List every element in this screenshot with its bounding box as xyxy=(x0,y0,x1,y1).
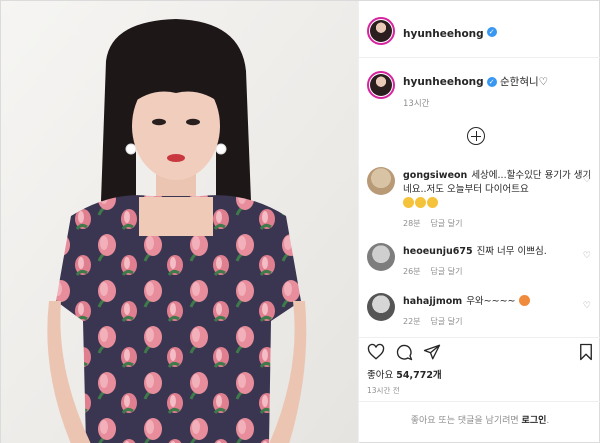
footer-divider xyxy=(359,401,600,402)
login-link[interactable]: 로그인 xyxy=(522,416,547,426)
post-photo[interactable] xyxy=(1,1,358,443)
caption-avatar[interactable] xyxy=(367,71,395,99)
author-avatar[interactable] xyxy=(367,17,395,45)
reply-button[interactable]: 답글 달기 xyxy=(431,317,463,326)
heart-icon[interactable] xyxy=(367,343,385,361)
commenter-avatar[interactable] xyxy=(367,167,395,195)
comment-like-heart-icon[interactable]: ♡ xyxy=(583,301,591,311)
post-sidebar: hyunheehong ✓ hyunheehong ✓ 순한혀니♡ 13시간 gon… xyxy=(358,1,600,443)
comment-emojis xyxy=(403,197,597,211)
instagram-post-window: hyunheehong ✓ hyunheehong ✓ 순한혀니♡ 13시간 gon… xyxy=(0,0,600,443)
caption-text: 순한혀니♡ xyxy=(500,76,549,88)
comment-item: hahajjmom 우와~~~~ 22분 답글 달기 ♡ xyxy=(367,293,597,329)
comment-icon[interactable] xyxy=(395,343,413,361)
reply-button[interactable]: 답글 달기 xyxy=(431,219,463,228)
commenter-avatar[interactable] xyxy=(367,293,395,321)
comment-age: 28분 xyxy=(403,219,421,228)
comment-text: 우와~~~~ xyxy=(466,296,516,307)
comment-text: 진짜 너무 이쁘심. xyxy=(476,246,547,257)
caption-username[interactable]: hyunheehong xyxy=(403,76,484,88)
post-header: hyunheehong ✓ xyxy=(367,13,497,49)
laughing-emoji-icon xyxy=(403,197,414,208)
post-timestamp[interactable]: 13시간 전 xyxy=(367,385,400,396)
login-prompt-period: . xyxy=(546,416,550,426)
likes-count: 54,772개 xyxy=(396,370,442,381)
comment-username[interactable]: hahajjmom xyxy=(403,296,462,307)
login-prompt: 좋아요 또는 댓글을 남기려면 로그인. xyxy=(359,413,600,426)
commenter-avatar[interactable] xyxy=(367,243,395,271)
laughing-emoji-icon xyxy=(415,197,426,208)
actions-divider xyxy=(359,337,600,338)
comment-username[interactable]: gongsiweon xyxy=(403,170,467,181)
comment-username[interactable]: heoeunju675 xyxy=(403,246,473,257)
reply-button[interactable]: 답글 달기 xyxy=(431,267,463,276)
comment-item: heoeunju675 진짜 너무 이쁘심. 26분 답글 달기 ♡ xyxy=(367,243,597,279)
comment-like-heart-icon[interactable]: ♡ xyxy=(583,175,591,185)
post-caption: hyunheehong ✓ 순한혀니♡ 13시간 xyxy=(367,71,548,109)
caption-time[interactable]: 13시간 xyxy=(403,97,548,109)
login-prompt-text: 좋아요 또는 댓글을 남기려면 xyxy=(410,416,519,426)
comment-item: gongsiweon 세상에...할수있단 용기가 생기네요..저도 오늘부터 다… xyxy=(367,167,597,231)
header-divider xyxy=(359,57,600,58)
heart-eyes-emoji-icon xyxy=(518,295,530,306)
likes-label: 좋아요 xyxy=(367,370,394,381)
comment-age: 22분 xyxy=(403,317,421,326)
paper-plane-icon[interactable] xyxy=(423,343,441,361)
laughing-emoji-icon xyxy=(427,197,438,208)
post-photo-image xyxy=(1,1,358,443)
post-actions xyxy=(367,341,595,365)
bookmark-icon[interactable] xyxy=(577,343,595,361)
author-username[interactable]: hyunheehong xyxy=(403,28,484,40)
author-username-wrap: hyunheehong ✓ xyxy=(403,22,497,41)
verified-badge-icon: ✓ xyxy=(486,27,497,37)
plus-circle-icon[interactable] xyxy=(467,127,485,145)
comment-age: 26분 xyxy=(403,267,421,276)
verified-badge-icon: ✓ xyxy=(486,77,497,87)
comment-like-heart-icon[interactable]: ♡ xyxy=(583,251,591,261)
likes-summary[interactable]: 좋아요 54,772개 xyxy=(367,367,442,381)
